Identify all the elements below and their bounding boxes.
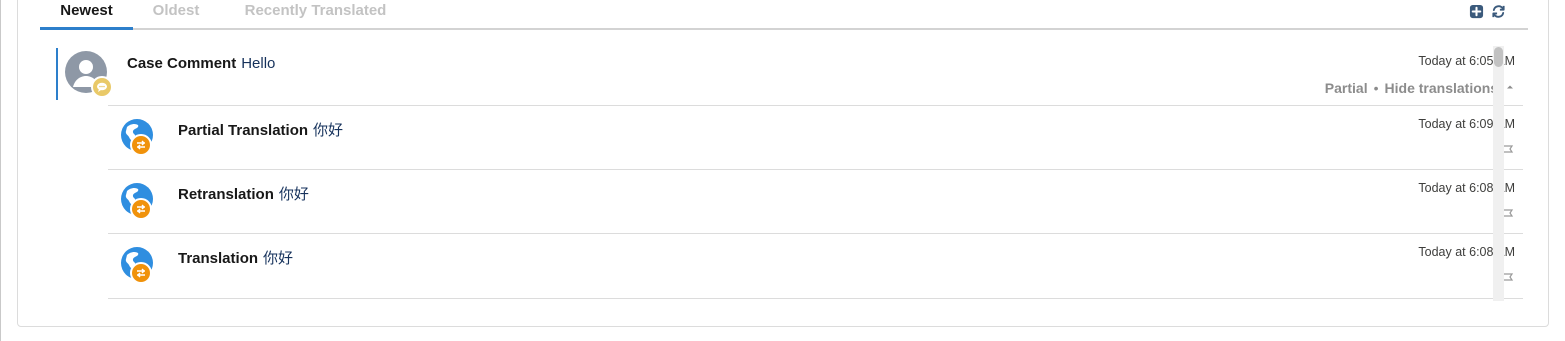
translation-controls: Partial • Hide translations	[1325, 80, 1515, 96]
separator-dot: •	[1373, 80, 1379, 96]
translation-item: Translation 你好 Today at 6:08 AM	[108, 233, 1523, 299]
translate-arrows-icon	[130, 198, 152, 220]
scrollbar-thumb[interactable]	[1494, 47, 1503, 67]
translate-arrows-icon	[130, 262, 152, 284]
translation-body: 你好	[313, 122, 344, 139]
translation-title: Retranslation 你好	[178, 183, 309, 204]
translation-status: Partial	[1324, 80, 1368, 96]
translation-item: Retranslation 你好 Today at 6:08 AM	[108, 169, 1523, 234]
translation-title: Translation 你好	[178, 247, 293, 268]
caret-up-icon	[1507, 85, 1513, 89]
translation-type-label: Translation	[178, 250, 259, 267]
active-tab-indicator	[40, 27, 133, 30]
translation-item: Partial Translation 你好 Today at 6:09 AM	[108, 105, 1523, 170]
translation-type-label: Partial Translation	[178, 122, 309, 139]
sort-tabs: Newest Oldest Recently Translated	[40, 0, 1528, 30]
comment-body: Hello	[241, 55, 276, 72]
add-square-icon[interactable]	[1469, 4, 1484, 19]
hide-translations-label: Hide translations	[1384, 80, 1499, 96]
tabs-divider	[40, 28, 1528, 30]
translate-arrows-icon	[130, 134, 152, 156]
translation-body: 你好	[278, 186, 309, 203]
tab-recently-translated[interactable]: Recently Translated	[234, 0, 397, 27]
tab-newest[interactable]: Newest	[40, 0, 133, 27]
feed-card: Newest Oldest Recently Translated Case C…	[17, 0, 1549, 327]
comment-bubble-icon	[91, 76, 113, 98]
comment-type-label: Case Comment	[127, 55, 237, 72]
translation-type-label: Retranslation	[178, 186, 274, 203]
refresh-icon[interactable]	[1491, 4, 1506, 19]
selected-indicator	[56, 48, 58, 100]
case-comment-item: Case Comment Hello Today at 6:05 AM Parti…	[56, 48, 1523, 105]
translation-title: Partial Translation 你好	[178, 119, 343, 140]
toolbar	[1469, 3, 1506, 19]
feed-scrollbar[interactable]	[1493, 46, 1504, 301]
feed-list: Case Comment Hello Today at 6:05 AM Parti…	[56, 36, 1528, 301]
translation-body: 你好	[263, 250, 294, 267]
comment-title: Case Comment Hello	[127, 55, 275, 72]
left-border	[0, 0, 1, 341]
tab-oldest[interactable]: Oldest	[148, 0, 204, 27]
